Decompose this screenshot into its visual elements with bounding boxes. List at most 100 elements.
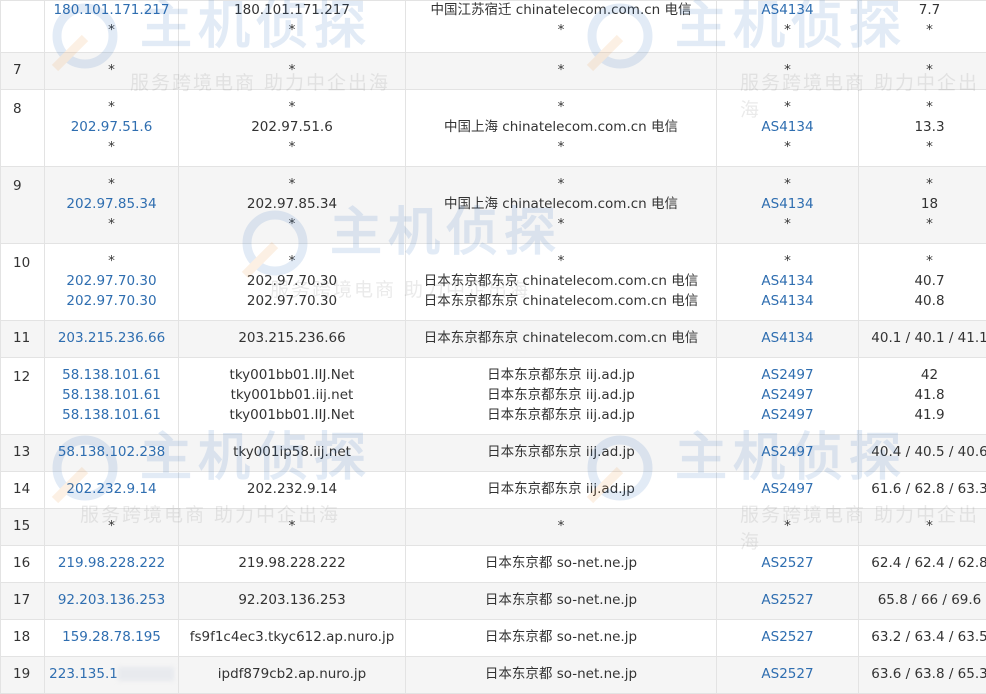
hostname-text: 202.97.70.30 bbox=[179, 272, 405, 292]
hostname-text: * bbox=[179, 98, 405, 118]
location-text: 日本东京都东京 iij.ad.jp bbox=[406, 366, 716, 386]
location-text: 日本东京都 so-net.ne.jp bbox=[406, 628, 716, 648]
table-row: 1792.203.136.25392.203.136.253日本东京都 so-n… bbox=[1, 583, 986, 620]
table-row: 19223.135.1ipdf879cb2.ap.nuro.jp日本东京都 so… bbox=[1, 657, 986, 694]
ip-link[interactable]: 202.97.51.6 bbox=[45, 118, 178, 138]
asn-cell: * bbox=[717, 53, 859, 90]
hostname-cell: 92.203.136.253 bbox=[179, 583, 406, 620]
latency-text: 40.1 / 40.1 / 41.1 bbox=[859, 329, 986, 349]
ip-link[interactable]: 219.98.228.222 bbox=[45, 554, 178, 574]
ip-link[interactable]: 58.138.101.61 bbox=[45, 406, 178, 426]
hop-number bbox=[1, 1, 45, 53]
hostname-text: * bbox=[179, 252, 405, 272]
location-cell: 日本东京都 so-net.ne.jp bbox=[406, 583, 717, 620]
asn-text: * bbox=[717, 98, 858, 118]
latency-text: 63.2 / 63.4 / 63.5 bbox=[859, 628, 986, 648]
table-row: 10*202.97.70.30202.97.70.30*202.97.70.30… bbox=[1, 244, 986, 321]
ip-link[interactable]: 203.215.236.66 bbox=[45, 329, 178, 349]
latency-text: 18 bbox=[859, 195, 986, 215]
asn-link[interactable]: AS2527 bbox=[717, 665, 858, 685]
location-text: 日本东京都 so-net.ne.jp bbox=[406, 665, 716, 685]
location-cell: 日本东京都东京 iij.ad.jp bbox=[406, 435, 717, 472]
ip-text: * bbox=[45, 517, 178, 537]
latency-text: 13.3 bbox=[859, 118, 986, 138]
traceroute-table: 180.101.171.217*180.101.171.217*中国江苏宿迁 c… bbox=[0, 0, 986, 694]
ip-link[interactable]: 202.97.70.30 bbox=[45, 272, 178, 292]
latency-text: * bbox=[859, 61, 986, 81]
hostname-cell: fs9f1c4ec3.tkyc612.ap.nuro.jp bbox=[179, 620, 406, 657]
latency-text: 40.8 bbox=[859, 292, 986, 312]
asn-text: * bbox=[717, 61, 858, 81]
location-cell: *中国上海 chinatelecom.com.cn 电信* bbox=[406, 90, 717, 167]
ip-link[interactable]: 92.203.136.253 bbox=[45, 591, 178, 611]
table-row: 18159.28.78.195fs9f1c4ec3.tkyc612.ap.nur… bbox=[1, 620, 986, 657]
latency-cell: *40.740.8 bbox=[859, 244, 986, 321]
table-row: 1358.138.102.238tky001ip58.iij.net日本东京都东… bbox=[1, 435, 986, 472]
latency-text: 61.6 / 62.8 / 63.3 bbox=[859, 480, 986, 500]
ip-cell: 58.138.102.238 bbox=[45, 435, 179, 472]
latency-cell: 7.7* bbox=[859, 1, 986, 53]
hop-number: 14 bbox=[1, 472, 45, 509]
asn-link[interactable]: AS2497 bbox=[717, 366, 858, 386]
asn-cell: *AS4134* bbox=[717, 90, 859, 167]
asn-link[interactable]: AS4134 bbox=[717, 272, 858, 292]
location-text: 日本东京都 so-net.ne.jp bbox=[406, 591, 716, 611]
latency-text: * bbox=[859, 21, 986, 41]
latency-text: * bbox=[859, 138, 986, 158]
hop-number: 8 bbox=[1, 90, 45, 167]
location-cell: 日本东京都东京 iij.ad.jp日本东京都东京 iij.ad.jp日本东京都东… bbox=[406, 358, 717, 435]
table-row: 7***** bbox=[1, 53, 986, 90]
ip-link[interactable]: 180.101.171.217 bbox=[45, 1, 178, 21]
location-text: * bbox=[406, 138, 716, 158]
asn-link[interactable]: AS2527 bbox=[717, 591, 858, 611]
ip-link[interactable]: 223.135.1 bbox=[49, 666, 118, 682]
ip-link[interactable]: 202.97.70.30 bbox=[45, 292, 178, 312]
asn-link[interactable]: AS2497 bbox=[717, 386, 858, 406]
latency-text: * bbox=[859, 517, 986, 537]
hostname-text: 180.101.171.217 bbox=[179, 1, 405, 21]
location-text: 日本东京都 so-net.ne.jp bbox=[406, 554, 716, 574]
location-cell: * bbox=[406, 53, 717, 90]
hostname-text: 202.97.85.34 bbox=[179, 195, 405, 215]
asn-text: * bbox=[717, 21, 858, 41]
ip-link[interactable]: 58.138.101.61 bbox=[45, 386, 178, 406]
asn-link[interactable]: AS4134 bbox=[717, 195, 858, 215]
asn-link[interactable]: AS2497 bbox=[717, 443, 858, 463]
ip-cell: 203.215.236.66 bbox=[45, 321, 179, 358]
hostname-text: * bbox=[179, 61, 405, 81]
asn-cell: AS2527 bbox=[717, 583, 859, 620]
asn-link[interactable]: AS2527 bbox=[717, 554, 858, 574]
asn-link[interactable]: AS2527 bbox=[717, 628, 858, 648]
asn-link[interactable]: AS4134 bbox=[717, 329, 858, 349]
location-cell: 日本东京都东京 chinatelecom.com.cn 电信 bbox=[406, 321, 717, 358]
ip-link[interactable]: 202.97.85.34 bbox=[45, 195, 178, 215]
hostname-text: 219.98.228.222 bbox=[179, 554, 405, 574]
ip-link[interactable]: 159.28.78.195 bbox=[45, 628, 178, 648]
ip-cell: *202.97.85.34* bbox=[45, 167, 179, 244]
ip-cell: 219.98.228.222 bbox=[45, 546, 179, 583]
asn-cell: AS2527 bbox=[717, 657, 859, 694]
hop-number: 7 bbox=[1, 53, 45, 90]
latency-text: 40.7 bbox=[859, 272, 986, 292]
hostname-text: * bbox=[179, 21, 405, 41]
hop-number: 15 bbox=[1, 509, 45, 546]
location-text: 日本东京都东京 chinatelecom.com.cn 电信 bbox=[406, 272, 716, 292]
asn-link[interactable]: AS4134 bbox=[717, 292, 858, 312]
latency-text: 41.9 bbox=[859, 406, 986, 426]
hostname-text: tky001ip58.iij.net bbox=[179, 443, 405, 463]
asn-text: * bbox=[717, 215, 858, 235]
hostname-text: * bbox=[179, 175, 405, 195]
asn-cell: AS4134 bbox=[717, 321, 859, 358]
ip-cell: * bbox=[45, 53, 179, 90]
hostname-text: * bbox=[179, 138, 405, 158]
asn-link[interactable]: AS2497 bbox=[717, 406, 858, 426]
asn-cell: AS2497AS2497AS2497 bbox=[717, 358, 859, 435]
asn-link[interactable]: AS2497 bbox=[717, 480, 858, 500]
location-text: * bbox=[406, 215, 716, 235]
ip-link[interactable]: 202.232.9.14 bbox=[45, 480, 178, 500]
asn-link[interactable]: AS4134 bbox=[717, 1, 858, 21]
ip-link[interactable]: 58.138.101.61 bbox=[45, 366, 178, 386]
location-cell: 日本东京都 so-net.ne.jp bbox=[406, 546, 717, 583]
ip-link[interactable]: 58.138.102.238 bbox=[45, 443, 178, 463]
asn-link[interactable]: AS4134 bbox=[717, 118, 858, 138]
